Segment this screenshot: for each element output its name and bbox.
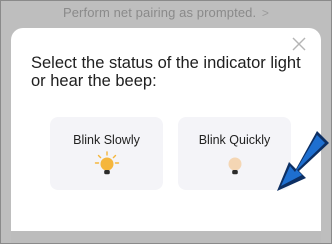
bottom-overlay xyxy=(11,231,321,243)
bulb-dim-icon xyxy=(228,157,242,175)
chevron-right-icon: > xyxy=(261,6,270,20)
screen-frame: Perform net pairing as prompted. > Selec… xyxy=(0,0,332,244)
blink-slowly-option[interactable]: Blink Slowly xyxy=(50,117,163,190)
dialog-title: Select the status of the indicator light… xyxy=(31,54,301,90)
background-prompt[interactable]: Perform net pairing as prompted. > xyxy=(1,5,331,20)
background-prompt-text: Perform net pairing as prompted. xyxy=(62,5,257,20)
pointer-arrow-icon xyxy=(277,131,329,191)
blink-slowly-label: Blink Slowly xyxy=(73,133,140,147)
bulb-lit-icon xyxy=(94,151,120,175)
close-icon[interactable] xyxy=(291,36,307,52)
